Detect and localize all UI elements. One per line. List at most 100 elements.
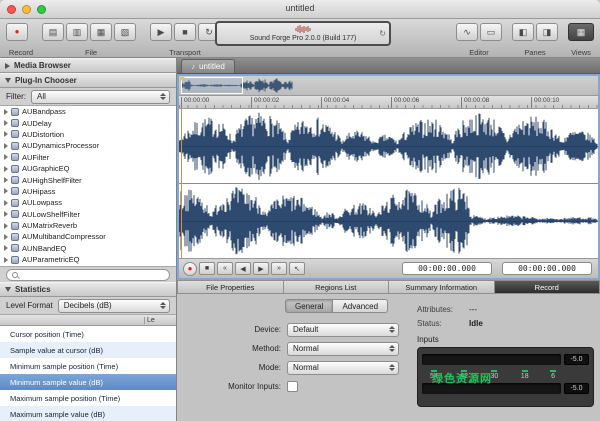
plugin-list-item[interactable]: AUFilter: [0, 152, 176, 163]
section-plugin-chooser[interactable]: Plug-In Chooser: [0, 73, 176, 88]
device-select[interactable]: Default: [287, 323, 399, 337]
input-level-meter: -5.0 54 42 30 18 6 -5.0: [417, 347, 594, 407]
disclosure-icon[interactable]: [4, 234, 8, 240]
table-row[interactable]: Sample value at cursor (dB): [0, 342, 176, 358]
stop-button[interactable]: ■: [199, 262, 215, 275]
disclosure-icon[interactable]: [4, 188, 8, 194]
record-button[interactable]: ●: [183, 262, 197, 276]
stop-icon: ■: [205, 265, 209, 272]
tab-advanced[interactable]: Advanced: [333, 299, 388, 313]
waveform-channel-left[interactable]: [179, 109, 598, 184]
table-row[interactable]: Minimum sample position (Time): [0, 358, 176, 374]
pane-left-button[interactable]: ◧: [512, 23, 534, 41]
waveform-canvas[interactable]: [179, 109, 598, 258]
refresh-icon[interactable]: ↻: [379, 29, 386, 38]
monitor-inputs-checkbox[interactable]: [287, 381, 298, 392]
section-statistics[interactable]: Statistics: [0, 282, 176, 297]
plugin-list-item[interactable]: AULowShelfFilter: [0, 209, 176, 220]
titlebar[interactable]: untitled: [0, 0, 600, 19]
tab-general[interactable]: General: [285, 299, 333, 313]
position-time-display[interactable]: 00:00:00.000: [402, 262, 492, 275]
views-button[interactable]: ▦: [568, 23, 594, 41]
plugin-list-item[interactable]: AUMatrixReverb: [0, 220, 176, 231]
waveform-channel-right[interactable]: [179, 184, 598, 259]
plugin-list-item[interactable]: AUParametricEQ: [0, 254, 176, 265]
selection-time-display[interactable]: 00:00:00.000: [502, 262, 592, 275]
search-field[interactable]: [6, 269, 170, 281]
disclosure-icon[interactable]: [4, 143, 8, 149]
popup-arrows-icon: [389, 345, 395, 352]
playback-cursor[interactable]: [181, 109, 182, 258]
open-file-button[interactable]: ▥: [66, 23, 88, 41]
disclosure-icon[interactable]: [4, 120, 8, 126]
stop-button[interactable]: ■: [174, 23, 196, 41]
document-tab[interactable]: ♪ untitled: [181, 59, 235, 73]
plugin-list-item[interactable]: AUMultibandCompressor: [0, 231, 176, 242]
edit-tool-button[interactable]: ↖: [289, 262, 305, 275]
new-file-button[interactable]: ▤: [42, 23, 64, 41]
disclosure-icon[interactable]: [4, 245, 8, 251]
disclosure-icon[interactable]: [4, 200, 8, 206]
disclosure-icon[interactable]: [4, 257, 8, 263]
tab-regions-list[interactable]: Regions List: [284, 280, 390, 294]
play-button[interactable]: ▶: [150, 23, 172, 41]
mode-select[interactable]: Normal: [287, 361, 399, 375]
plugin-list[interactable]: AUBandpass AUDelay AUDistortion AUDynami…: [0, 106, 176, 266]
plugin-icon: [11, 130, 19, 138]
plugin-icon: [11, 119, 19, 127]
rewind-button[interactable]: ◀: [235, 262, 251, 275]
record-panel: General Advanced Device: Default Me: [177, 294, 600, 421]
app-window: untitled ● ▤ ▥ ▦ ▧: [0, 0, 600, 421]
plugin-list-item[interactable]: AUGraphicEQ: [0, 163, 176, 174]
plugin-label: AUHipass: [22, 187, 55, 196]
tab-record[interactable]: Record: [495, 280, 600, 294]
editor-wave-button[interactable]: ∿: [456, 23, 478, 41]
plugin-label: AUDistortion: [22, 130, 64, 139]
attributes-value: ---: [469, 305, 477, 314]
save-file-button[interactable]: ▦: [90, 23, 112, 41]
stats-table-header[interactable]: Le: [0, 315, 176, 326]
level-format-select[interactable]: Decibels (dB): [58, 299, 170, 313]
meter-value-right: -5.0: [564, 383, 589, 394]
time-ruler[interactable]: 00:00:00 00:00:02 00:00:04 00:00:06 00:0…: [179, 96, 598, 109]
play-button[interactable]: ▶: [253, 262, 269, 275]
popup-arrows-icon: [389, 364, 395, 371]
go-to-start-button[interactable]: «: [217, 262, 233, 275]
table-row[interactable]: Maximum sample value (dB): [0, 406, 176, 421]
disclosure-icon[interactable]: [4, 223, 8, 229]
disclosure-icon[interactable]: [4, 166, 8, 172]
plugin-list-item[interactable]: AUHighShelfFilter: [0, 174, 176, 185]
plugin-list-item[interactable]: AUDynamicsProcessor: [0, 140, 176, 151]
overview-strip[interactable]: [179, 76, 598, 96]
table-row-selected[interactable]: Minimum sample value (dB): [0, 374, 176, 390]
tab-file-properties[interactable]: File Properties: [177, 280, 284, 294]
search-row: [0, 266, 176, 282]
disclosure-icon[interactable]: [4, 211, 8, 217]
disclosure-icon[interactable]: [4, 154, 8, 160]
plugin-list-item[interactable]: AUDistortion: [0, 129, 176, 140]
section-media-browser[interactable]: Media Browser: [0, 58, 176, 73]
filter-select[interactable]: All: [31, 90, 170, 104]
plugin-list-item[interactable]: AUHipass: [0, 186, 176, 197]
overview-selection[interactable]: [181, 77, 243, 94]
export-file-button[interactable]: ▧: [114, 23, 136, 41]
record-icon: ●: [15, 28, 20, 36]
record-button[interactable]: ●: [6, 23, 28, 41]
table-row[interactable]: Cursor position (Time): [0, 326, 176, 342]
plugin-list-item[interactable]: AULowpass: [0, 197, 176, 208]
disclosure-icon[interactable]: [4, 177, 8, 183]
plugin-list-item[interactable]: AUBandpass: [0, 106, 176, 117]
tab-summary-information[interactable]: Summary Information: [389, 280, 495, 294]
go-to-end-button[interactable]: »: [271, 262, 287, 275]
arrow-tool-icon: ↖: [294, 265, 300, 273]
disclosure-icon[interactable]: [4, 109, 8, 115]
disclosure-icon[interactable]: [4, 131, 8, 137]
plugin-list-item[interactable]: AUDelay: [0, 117, 176, 128]
editor-select-button[interactable]: ▭: [480, 23, 502, 41]
search-input[interactable]: [21, 270, 164, 279]
table-row[interactable]: Maximum sample position (Time): [0, 390, 176, 406]
method-select[interactable]: Normal: [287, 342, 399, 356]
pane-right-button[interactable]: ◨: [536, 23, 558, 41]
audio-doc-icon: ♪: [191, 62, 195, 71]
plugin-list-item[interactable]: AUNBandEQ: [0, 243, 176, 254]
